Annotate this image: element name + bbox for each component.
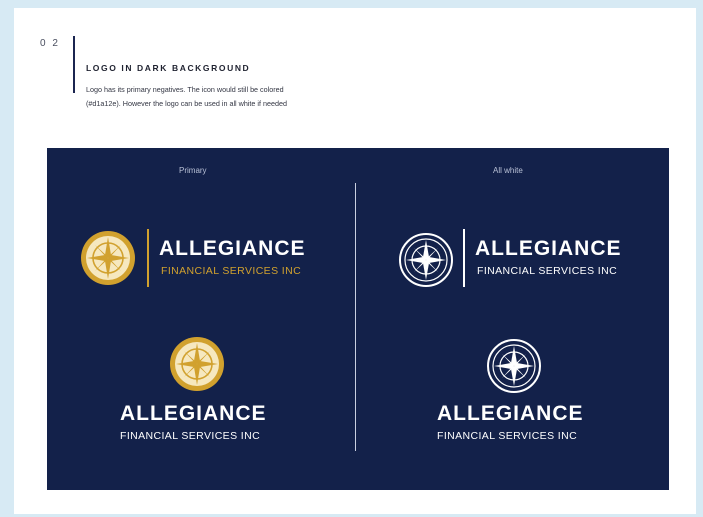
brand-subtitle: FINANCIAL SERVICES INC [437, 430, 578, 442]
white-column-label: All white [493, 166, 523, 175]
section-description: Logo has its primary negatives. The icon… [86, 83, 406, 111]
dark-background-panel: Primary All white ALLEGIANCE FINANCIAL S… [47, 148, 669, 490]
section-title: LOGO IN DARK BACKGROUND [86, 63, 251, 73]
compass-icon [398, 232, 454, 288]
guideline-page: 0 2 LOGO IN DARK BACKGROUND Logo has its… [14, 8, 696, 514]
description-line: (#d1a12e). However the logo can be used … [86, 99, 287, 108]
compass-icon [80, 230, 136, 286]
description-line: Logo has its primary negatives. The icon… [86, 85, 284, 94]
brand-subtitle: FINANCIAL SERVICES INC [477, 265, 618, 277]
primary-column-label: Primary [179, 166, 207, 175]
accent-rule [73, 36, 75, 93]
page-number: 0 2 [40, 38, 60, 49]
brand-name: ALLEGIANCE [120, 402, 267, 425]
brand-subtitle: FINANCIAL SERVICES INC [120, 430, 261, 442]
logo-separator [147, 229, 149, 287]
brand-name: ALLEGIANCE [159, 237, 306, 260]
compass-icon [486, 338, 542, 394]
compass-icon [169, 336, 225, 392]
brand-subtitle: FINANCIAL SERVICES INC [161, 265, 302, 277]
logo-separator [463, 229, 465, 287]
column-divider [355, 183, 356, 451]
brand-name: ALLEGIANCE [437, 402, 584, 425]
brand-name: ALLEGIANCE [475, 237, 622, 260]
